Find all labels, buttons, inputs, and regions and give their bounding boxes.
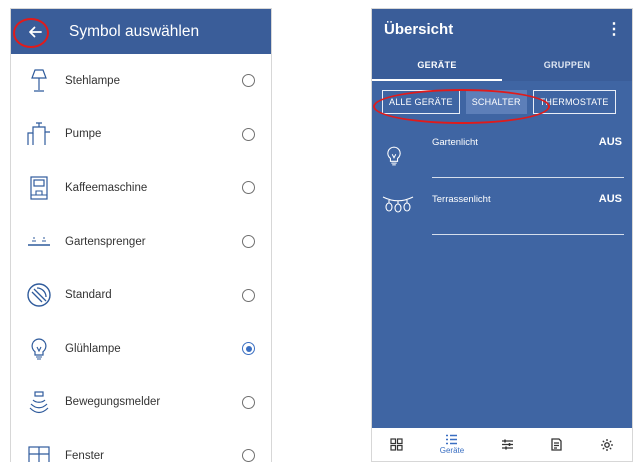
list-item-gartensprenger[interactable]: Gartensprenger — [11, 215, 271, 269]
list-item-bewegungsmelder[interactable]: Bewegungsmelder — [11, 376, 271, 430]
arrow-left-icon — [29, 26, 42, 37]
tab-label: GERÄTE — [417, 60, 457, 70]
tab-label: GRUPPEN — [543, 60, 591, 70]
app-bar: Übersicht ⋮ — [372, 9, 632, 49]
nav-dashboard[interactable] — [390, 438, 403, 451]
back-button[interactable] — [25, 22, 45, 42]
list-item-label: Gartensprenger — [65, 235, 146, 248]
filter-chips: ALLE GERÄTE SCHALTER THERMOSTATE — [372, 81, 632, 123]
screenshot-stage: Symbol auswählen Stehlampe Pumpe Kaffeem… — [0, 0, 639, 462]
device-name: Terrassenlicht — [432, 194, 491, 205]
list-item-label: Stehlampe — [65, 74, 120, 87]
device-status[interactable]: AUS — [599, 193, 622, 205]
filter-chip-alle-geraete[interactable]: ALLE GERÄTE — [382, 90, 460, 114]
device-status[interactable]: AUS — [599, 136, 622, 148]
radio-button[interactable] — [242, 235, 255, 249]
tab-gruppen[interactable]: GRUPPEN — [502, 49, 632, 81]
chip-label: SCHALTER — [471, 97, 521, 107]
app-bar: Symbol auswählen — [11, 9, 271, 54]
list-item-label: Bewegungsmelder — [65, 396, 161, 409]
list-item-pumpe[interactable]: Pumpe — [11, 108, 271, 162]
pump-icon — [17, 121, 61, 147]
string-lights-icon — [382, 194, 414, 219]
list-item-label: Glühlampe — [65, 342, 121, 355]
list-item-label: Kaffeemaschine — [65, 181, 148, 194]
more-vert-icon[interactable]: ⋮ — [606, 19, 622, 39]
tune-icon — [501, 439, 513, 450]
device-row-gartenlicht[interactable]: Gartenlicht AUS — [372, 123, 632, 180]
list-item-label: Fenster — [65, 449, 104, 462]
settings-gear-icon — [600, 438, 613, 451]
radio-button-selected[interactable] — [242, 342, 255, 356]
radio-button[interactable] — [242, 74, 255, 88]
motion-sensor-icon — [17, 390, 61, 414]
bottom-navigation: Geräte — [372, 428, 632, 461]
filter-chip-schalter[interactable]: SCHALTER — [465, 90, 527, 114]
nav-settings[interactable] — [600, 438, 614, 452]
symbol-picker-screen: Symbol auswählen Stehlampe Pumpe Kaffeem… — [10, 8, 272, 462]
chip-label: THERMOSTATE — [539, 97, 609, 107]
log-icon — [551, 438, 562, 451]
list-item-gluehlampe[interactable]: Glühlampe — [11, 322, 271, 376]
filter-chip-thermostate[interactable]: THERMOSTATE — [532, 90, 616, 114]
radio-button[interactable] — [242, 288, 255, 302]
radio-button[interactable] — [242, 181, 255, 195]
page-title: Symbol auswählen — [69, 22, 200, 40]
divider — [432, 177, 624, 178]
page-title: Übersicht — [384, 20, 454, 38]
nav-tune[interactable] — [501, 438, 514, 451]
list-item-label: Standard — [65, 289, 112, 302]
symbol-list: Stehlampe Pumpe Kaffeemaschine Gartenspr… — [11, 54, 271, 462]
device-name: Gartenlicht — [432, 137, 478, 148]
radio-button[interactable] — [242, 395, 255, 409]
list-icon — [446, 434, 458, 445]
dashboard-icon — [390, 438, 403, 451]
overview-screen: Übersicht ⋮ GERÄTE GRUPPEN ALLE GERÄTE S… — [371, 8, 633, 462]
device-row-terrassenlicht[interactable]: Terrassenlicht AUS — [372, 180, 632, 237]
light-bulb-icon — [17, 337, 61, 361]
radio-button[interactable] — [242, 449, 255, 462]
nav-geraete[interactable]: Geräte — [440, 434, 464, 455]
list-item-fenster[interactable]: Fenster — [11, 429, 271, 462]
list-item-stehlampe[interactable]: Stehlampe — [11, 54, 271, 108]
device-list: Gartenlicht AUS Terrassenlicht AUS — [372, 123, 632, 237]
nav-log[interactable] — [550, 438, 563, 451]
tab-geraete[interactable]: GERÄTE — [372, 49, 502, 81]
window-icon — [17, 444, 61, 462]
coffee-machine-icon — [17, 175, 61, 201]
tab-bar: GERÄTE GRUPPEN — [372, 49, 632, 81]
list-item-kaffeemaschine[interactable]: Kaffeemaschine — [11, 161, 271, 215]
sprinkler-icon — [17, 235, 61, 249]
nav-label: Geräte — [439, 446, 465, 455]
list-item-standard[interactable]: Standard — [11, 268, 271, 322]
list-item-label: Pumpe — [65, 128, 102, 141]
divider — [432, 234, 624, 235]
chip-label: ALLE GERÄTE — [389, 97, 453, 107]
light-bulb-icon — [386, 145, 402, 172]
floor-lamp-icon — [17, 68, 61, 94]
plug-icon — [17, 282, 61, 308]
radio-button[interactable] — [242, 127, 255, 141]
